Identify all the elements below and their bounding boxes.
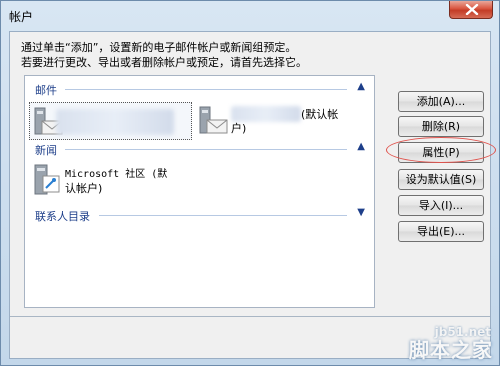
group-header-directory[interactable]: 联系人目录 ▼ xyxy=(35,207,365,223)
instructions: 通过单击“添加”，设置新的电子邮件帐户或新闻组预定。 若要进行更改、导出或者删除… xyxy=(21,40,307,70)
group-header-news[interactable]: 新闻 ▲ xyxy=(35,141,365,157)
mail-account-label-line-2: 户) xyxy=(231,122,247,135)
import-button[interactable]: 导入(I)... xyxy=(398,195,484,216)
dialog-body: 通过单击“添加”，设置新的电子邮件帐户或新闻组预定。 若要进行更改、导出或者删除… xyxy=(9,31,496,359)
mail-account-item-2[interactable]: (默认帐 户) xyxy=(195,102,365,140)
instruction-line-1: 通过单击“添加”，设置新的电子邮件帐户或新闻组预定。 xyxy=(21,41,297,54)
window-title: 帐户 xyxy=(9,10,34,24)
title-bar: 帐户 xyxy=(1,1,499,29)
group-divider xyxy=(99,215,347,216)
mail-account-item-1[interactable] xyxy=(29,102,192,140)
group-header-mail[interactable]: 邮件 ▲ xyxy=(35,81,365,97)
accounts-window: 帐户 通过单击“添加”，设置新的电子邮件帐户或新闻组预定。 若要进行更改、导出或… xyxy=(0,0,500,366)
set-default-button[interactable]: 设为默认值(S) xyxy=(398,169,484,190)
group-label-directory: 联系人目录 xyxy=(35,210,90,223)
group-divider xyxy=(65,89,347,90)
watermark-brand: 脚本之家 xyxy=(409,338,493,362)
close-button[interactable] xyxy=(449,1,493,19)
export-button[interactable]: 导出(E)... xyxy=(398,221,484,242)
mail-account-label-line-1: (默认帐 xyxy=(301,108,339,121)
delete-button[interactable]: 删除(R) xyxy=(398,116,484,137)
redacted-account-name xyxy=(231,106,301,122)
close-icon xyxy=(465,4,479,15)
bottom-divider xyxy=(10,316,490,317)
group-label-news: 新闻 xyxy=(35,144,57,157)
group-divider xyxy=(65,149,347,150)
news-account-item[interactable]: Microsoft 社区 (默 认帐户) xyxy=(29,162,192,200)
instruction-line-2: 若要进行更改、导出或者删除帐户或预定，请首先选择它。 xyxy=(21,56,307,69)
chevron-up-icon[interactable]: ▲ xyxy=(357,141,365,152)
chevron-up-icon[interactable]: ▲ xyxy=(357,81,365,92)
chevron-down-icon[interactable]: ▼ xyxy=(357,207,365,218)
properties-highlight-ring xyxy=(386,137,496,163)
group-label-mail: 邮件 xyxy=(35,84,57,97)
news-account-label-line-2: 认帐户) xyxy=(65,182,103,195)
mail-account-icon xyxy=(199,106,228,134)
news-account-label-line-1: Microsoft 社区 (默 xyxy=(65,169,168,180)
accounts-list[interactable]: 邮件 ▲ (默认帐 户) 新闻 ▲ Microsoft 社区 (默 认帐户) 联… xyxy=(24,75,375,308)
news-server-icon xyxy=(34,164,60,195)
add-button[interactable]: 添加(A)... xyxy=(398,91,484,112)
redacted-account-name xyxy=(56,109,174,135)
